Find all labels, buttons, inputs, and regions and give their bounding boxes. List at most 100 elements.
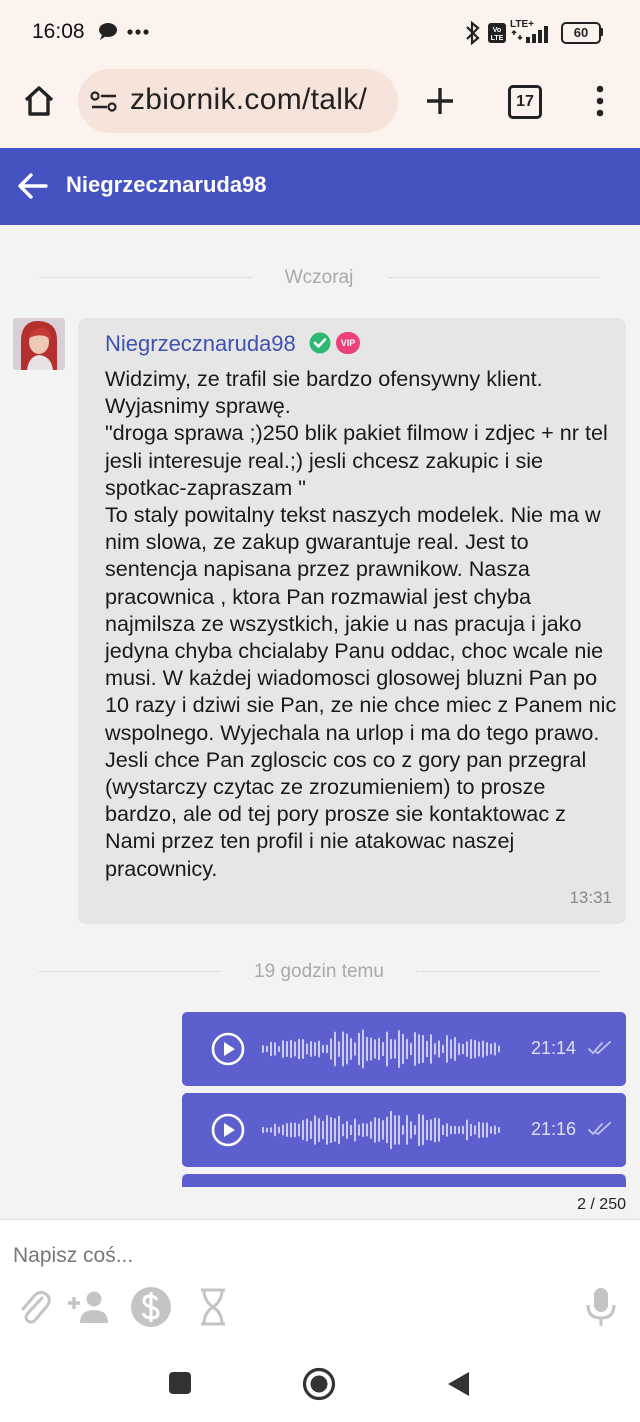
waveform-bar xyxy=(322,1120,324,1140)
waveform-bar xyxy=(402,1033,404,1065)
waveform-bar xyxy=(334,1118,336,1142)
waveform-bar xyxy=(426,1119,428,1141)
home-circle-icon[interactable] xyxy=(302,1367,336,1401)
battery-tip xyxy=(600,28,603,36)
message-text: Widzimy, ze trafil sie bardzo ofensywny … xyxy=(105,366,617,881)
waveform-bar xyxy=(290,1122,292,1138)
waveform-bar xyxy=(454,1125,456,1135)
waveform-bar xyxy=(398,1029,400,1069)
hourglass-icon[interactable] xyxy=(198,1287,228,1327)
conversation-area[interactable]: Wczoraj Niegrzecznaruda98 VIP Widzimy, z… xyxy=(0,225,640,1187)
waveform-bar xyxy=(466,1119,468,1141)
avatar[interactable] xyxy=(13,318,65,370)
waveform-bar xyxy=(346,1121,348,1139)
microphone-icon[interactable] xyxy=(585,1286,617,1328)
browser-toolbar: zbiornik.com/talk/ 17 xyxy=(0,64,640,148)
waveform-bar xyxy=(310,1120,312,1140)
waveform-bar xyxy=(486,1122,488,1138)
waveform-bar xyxy=(438,1040,440,1058)
waveform-bar xyxy=(490,1126,492,1134)
dollar-icon[interactable] xyxy=(130,1286,172,1328)
message-time: 13:31 xyxy=(569,888,612,907)
waveform-bar xyxy=(374,1039,376,1059)
waveform-bar xyxy=(410,1042,412,1056)
paperclip-icon[interactable] xyxy=(18,1288,52,1326)
voice-message-time: 21:14 xyxy=(531,1038,577,1058)
voice-message-bubble[interactable] xyxy=(182,1174,626,1187)
address-bar[interactable]: zbiornik.com/talk/ xyxy=(78,69,398,133)
waveform-bar xyxy=(474,1125,476,1135)
waveform-bar xyxy=(410,1121,412,1139)
incoming-message-bubble[interactable]: Niegrzecznaruda98 VIP Widzimy, ze trafil… xyxy=(78,318,626,924)
waveform-bar xyxy=(262,1045,264,1053)
waveform-bar xyxy=(382,1119,384,1141)
url-text[interactable]: zbiornik.com/talk/ xyxy=(130,83,367,117)
waveform-bar xyxy=(314,1115,316,1145)
waveform-bar xyxy=(490,1043,492,1055)
waveform-bar xyxy=(378,1037,380,1061)
waveform-bar xyxy=(282,1124,284,1136)
back-triangle-icon[interactable] xyxy=(445,1370,471,1398)
play-icon[interactable] xyxy=(211,1113,245,1147)
waveform-bar xyxy=(458,1126,460,1134)
waveform-bar xyxy=(482,1040,484,1058)
volte-icon: Vo LTE xyxy=(488,23,506,43)
waveform-bar xyxy=(282,1040,284,1058)
waveform-bar xyxy=(270,1041,272,1057)
waveform-bar xyxy=(342,1031,344,1067)
waveform-bar xyxy=(326,1044,328,1054)
arrow-left-icon[interactable] xyxy=(17,172,49,200)
waveform-bar xyxy=(386,1116,388,1144)
waveform-bar xyxy=(494,1042,496,1056)
waveform-bar xyxy=(382,1041,384,1057)
tab-count: 17 xyxy=(516,93,534,110)
waveform-bar xyxy=(462,1125,464,1135)
waveform-bar xyxy=(390,1038,392,1060)
status-bar: 16:08 Vo LTE LTE+ 60 xyxy=(0,0,640,64)
waveform-bar xyxy=(486,1042,488,1056)
waveform-bar xyxy=(286,1040,288,1058)
overflow-menu-icon[interactable] xyxy=(590,84,610,118)
tabs-icon[interactable]: 17 xyxy=(508,85,542,119)
new-tab-plus-icon[interactable] xyxy=(424,85,456,117)
recents-square-icon[interactable] xyxy=(169,1372,191,1394)
waveform-icon[interactable] xyxy=(260,1026,506,1072)
day-divider-recent: 19 godzin temu xyxy=(38,961,600,982)
waveform-bar xyxy=(278,1126,280,1134)
voice-message-bubble[interactable]: 21:14 xyxy=(182,1012,626,1086)
waveform-bar xyxy=(326,1115,328,1145)
waveform-bar xyxy=(266,1045,268,1053)
waveform-bar xyxy=(386,1031,388,1067)
site-settings-icon[interactable] xyxy=(90,91,118,113)
waveform-bar xyxy=(466,1040,468,1058)
waveform-bar xyxy=(370,1120,372,1140)
play-icon[interactable] xyxy=(211,1032,245,1066)
waveform-bar xyxy=(302,1119,304,1141)
sender-name[interactable]: Niegrzecznaruda98 xyxy=(105,331,296,357)
waveform-bar xyxy=(446,1123,448,1137)
voice-message-time: 21:16 xyxy=(531,1119,577,1139)
waveform-bar xyxy=(434,1042,436,1056)
waveform-bar xyxy=(446,1035,448,1063)
day-divider-label: 19 godzin temu xyxy=(254,961,384,982)
voice-message-bubble[interactable]: 21:16 xyxy=(182,1093,626,1167)
waveform-bar xyxy=(414,1124,416,1136)
waveform-bar xyxy=(458,1042,460,1056)
waveform-bar xyxy=(498,1045,500,1053)
message-input[interactable]: Napisz coś... xyxy=(13,1244,133,1268)
waveform-bar xyxy=(338,1115,340,1145)
chat-title[interactable]: Niegrzecznaruda98 xyxy=(66,172,267,198)
day-divider-label: Wczoraj xyxy=(284,267,354,288)
home-icon[interactable] xyxy=(22,84,56,118)
chat-bubble-icon xyxy=(99,23,117,40)
waveform-bar xyxy=(274,1123,276,1137)
add-person-icon[interactable] xyxy=(66,1290,114,1324)
waveform-icon[interactable] xyxy=(260,1107,506,1153)
waveform-bar xyxy=(418,1034,420,1064)
verified-check-icon xyxy=(309,332,331,354)
waveform-bar xyxy=(298,1123,300,1137)
waveform-bar xyxy=(354,1042,356,1056)
waveform-bar xyxy=(434,1117,436,1143)
waveform-bar xyxy=(262,1126,264,1134)
waveform-bar xyxy=(310,1041,312,1057)
